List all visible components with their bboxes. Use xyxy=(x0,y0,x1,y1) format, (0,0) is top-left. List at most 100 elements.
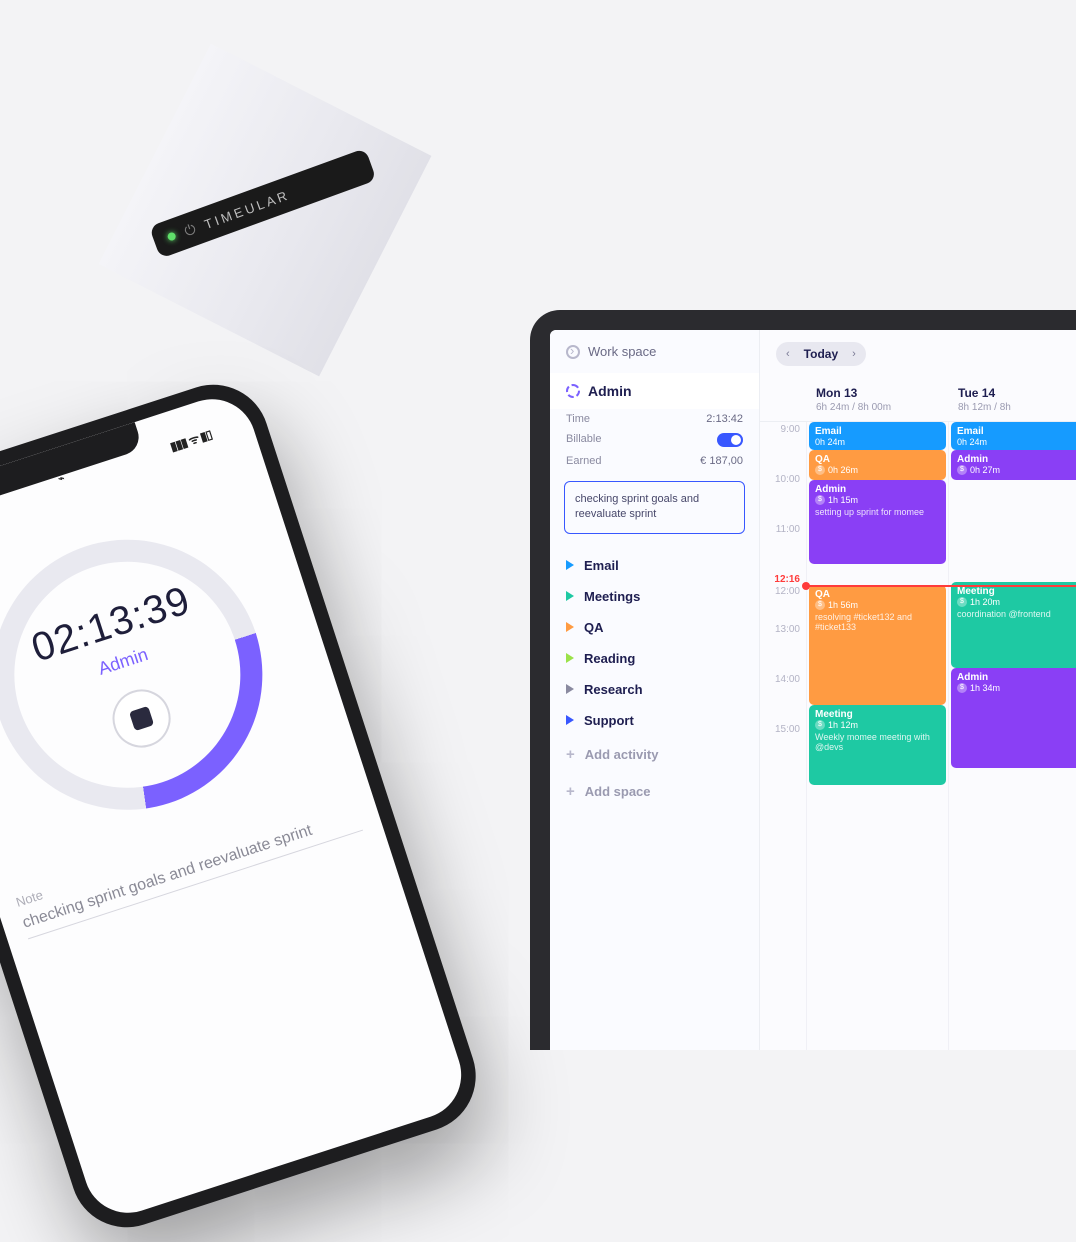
play-icon xyxy=(566,684,574,694)
play-icon xyxy=(566,622,574,632)
stop-button[interactable] xyxy=(105,682,178,755)
today-label: Today xyxy=(804,347,838,361)
plus-icon: + xyxy=(566,746,575,763)
activity-item[interactable]: QA xyxy=(550,612,759,643)
calendar-event[interactable]: Email0h 24m xyxy=(951,422,1076,450)
hour-label: 12:1612:00 xyxy=(760,572,800,622)
tracker-led-icon xyxy=(167,231,177,241)
event-duration: $0h 27m xyxy=(957,465,1076,475)
activity-name: Reading xyxy=(584,651,635,666)
event-duration: 0h 24m xyxy=(815,437,940,447)
event-duration: $1h 12m xyxy=(815,720,940,730)
calendar-columns: Email0h 24mQA$0h 26mAdmin$1h 15msetting … xyxy=(806,422,1076,1050)
hour-label: 13:00 xyxy=(760,622,800,672)
event-title: Meeting xyxy=(957,586,1076,597)
event-title: Admin xyxy=(957,454,1076,465)
play-icon xyxy=(566,560,574,570)
calendar-event[interactable]: Admin$1h 15m setting up sprint for momee xyxy=(809,480,946,564)
laptop-mockup: Work space Admin Time 2:13:42 Billable Ea… xyxy=(530,310,1076,1050)
day-header-mon[interactable]: Mon 13 6h 24m / 8h 00m xyxy=(806,378,948,421)
calendar: ‹ Today › Mon 13 6h 24m / 8h 00m Tue 14 … xyxy=(760,330,1076,1050)
now-indicator xyxy=(806,585,1076,587)
workspace-label: Work space xyxy=(588,344,656,359)
calendar-event[interactable]: QA$1h 56mresolving #ticket132 and #ticke… xyxy=(809,585,946,705)
power-icon: ⏻ xyxy=(182,220,198,240)
hour-label: 9:00 xyxy=(760,422,800,472)
earned-label: Earned xyxy=(566,455,601,467)
event-title: Meeting xyxy=(815,709,940,720)
time-label: Time xyxy=(566,413,590,425)
activity-item[interactable]: Support xyxy=(550,705,759,736)
activity-item[interactable]: Meetings xyxy=(550,581,759,612)
event-duration: $0h 26m xyxy=(815,465,940,475)
current-activity-name: Admin xyxy=(588,383,632,399)
sidebar: Work space Admin Time 2:13:42 Billable Ea… xyxy=(550,330,760,1050)
add-space-button[interactable]: + Add space xyxy=(550,773,759,810)
event-title: Admin xyxy=(815,484,940,495)
activity-item[interactable]: Reading xyxy=(550,643,759,674)
calendar-event[interactable]: Email0h 24m xyxy=(809,422,946,450)
event-note: coordination @frontend xyxy=(957,609,1076,619)
phone-status-icons: ▮▮▮ ᯤ ▮▯ xyxy=(168,426,214,455)
event-duration: $1h 20m xyxy=(957,597,1076,607)
calendar-event[interactable]: Admin$0h 27m xyxy=(951,450,1076,480)
event-note: Weekly momee meeting with @devs xyxy=(815,732,940,752)
day-header-tue[interactable]: Tue 14 8h 12m / 8h xyxy=(948,378,1076,421)
billable-icon: $ xyxy=(957,683,967,693)
billable-icon: $ xyxy=(957,597,967,607)
plus-icon: + xyxy=(566,783,575,800)
billable-icon: $ xyxy=(957,465,967,475)
activity-name: Support xyxy=(584,713,634,728)
play-icon xyxy=(566,653,574,663)
tracker-device: ⏻ TIMEULAR xyxy=(44,0,485,431)
calendar-col-tue[interactable]: Email0h 24mAdmin$0h 27mMeeting$1h 20mcoo… xyxy=(948,422,1076,1050)
timer-dial: 02:13:39 Admin xyxy=(0,505,297,845)
activity-indicator-icon xyxy=(566,384,580,398)
today-selector[interactable]: ‹ Today › xyxy=(776,342,866,366)
billable-label: Billable xyxy=(566,433,601,447)
chevron-left-icon[interactable]: ‹ xyxy=(786,348,790,360)
billable-icon: $ xyxy=(815,465,825,475)
activity-list: EmailMeetings QA Reading Research Support xyxy=(550,550,759,736)
event-duration: $1h 15m xyxy=(815,495,940,505)
calendar-event[interactable]: Admin$1h 34m xyxy=(951,668,1076,768)
chevron-right-icon[interactable]: › xyxy=(852,348,856,360)
calendar-event[interactable]: QA$0h 26m xyxy=(809,450,946,480)
activity-name: QA xyxy=(584,620,604,635)
activity-item[interactable]: Email xyxy=(550,550,759,581)
billable-toggle[interactable] xyxy=(717,433,743,447)
activity-name: Research xyxy=(584,682,643,697)
billable-icon: $ xyxy=(815,600,825,610)
event-title: Admin xyxy=(957,672,1076,683)
event-duration: 0h 24m xyxy=(957,437,1076,447)
event-duration: $1h 34m xyxy=(957,683,1076,693)
add-activity-button[interactable]: + Add activity xyxy=(550,736,759,773)
activity-item[interactable]: Research xyxy=(550,674,759,705)
calendar-event[interactable]: Meeting$1h 20m coordination @frontend xyxy=(951,582,1076,668)
stop-icon xyxy=(129,706,154,731)
calendar-event[interactable]: Meeting$1h 12m Weekly momee meeting with … xyxy=(809,705,946,785)
event-title: Email xyxy=(957,426,1076,437)
hour-label: 11:00 xyxy=(760,522,800,572)
hour-labels: 9:0010:0011:0012:1612:0013:0014:0015:00 xyxy=(760,422,806,1050)
now-time: 12:16 xyxy=(774,574,800,585)
workspace-header[interactable]: Work space xyxy=(550,330,759,373)
billable-icon: $ xyxy=(815,720,825,730)
hour-label: 14:00 xyxy=(760,672,800,722)
desktop-app: Work space Admin Time 2:13:42 Billable Ea… xyxy=(550,330,1076,1050)
activity-note-input[interactable]: checking sprint goals and reevaluate spr… xyxy=(564,481,745,534)
current-activity-card: Admin xyxy=(550,373,759,409)
earned-value: € 187,00 xyxy=(700,455,743,467)
laptop-frame: Work space Admin Time 2:13:42 Billable Ea… xyxy=(530,310,1076,1050)
billable-icon: $ xyxy=(815,495,825,505)
workspace-icon xyxy=(566,345,580,359)
day-headers: Mon 13 6h 24m / 8h 00m Tue 14 8h 12m / 8… xyxy=(760,378,1076,422)
event-note: setting up sprint for momee xyxy=(815,507,940,517)
calendar-grid: 9:0010:0011:0012:1612:0013:0014:0015:00 … xyxy=(760,422,1076,1050)
phone-mockup: 15:37⌁ ▮▮▮ ᯤ ▮▯ 02:13:39 Admin Note chec… xyxy=(0,370,490,1242)
event-title: QA xyxy=(815,454,940,465)
calendar-col-mon[interactable]: Email0h 24mQA$0h 26mAdmin$1h 15msetting … xyxy=(806,422,948,1050)
time-value: 2:13:42 xyxy=(706,413,743,425)
event-title: QA xyxy=(815,589,940,600)
event-title: Email xyxy=(815,426,940,437)
